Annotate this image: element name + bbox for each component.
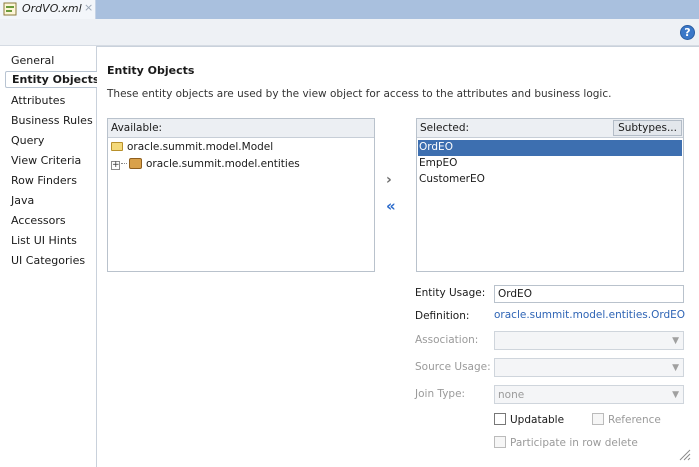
close-icon[interactable]: × bbox=[84, 1, 93, 14]
checkbox-box bbox=[494, 413, 506, 425]
reference-checkbox[interactable]: Reference bbox=[592, 413, 661, 426]
list-item-customereo[interactable]: CustomerEO bbox=[418, 172, 682, 188]
association-select[interactable]: ▼ bbox=[494, 331, 684, 350]
nav-item-entity-objects[interactable]: Entity Objects bbox=[5, 71, 107, 88]
entity-usage-label: Entity Usage: bbox=[415, 287, 486, 299]
updatable-label: Updatable bbox=[510, 414, 565, 426]
source-usage-select[interactable]: ▼ bbox=[494, 358, 684, 377]
participate-row-delete-checkbox[interactable]: Participate in row delete bbox=[494, 436, 638, 449]
tree-node-entities[interactable]: + oracle.summit.model.entities bbox=[111, 158, 300, 170]
nav-item-view-criteria[interactable]: View Criteria bbox=[11, 154, 81, 167]
chevron-down-icon: ▼ bbox=[672, 363, 679, 373]
checkbox-box bbox=[494, 436, 506, 448]
definition-label: Definition: bbox=[415, 310, 470, 322]
nav-item-business-rules[interactable]: Business Rules bbox=[11, 114, 93, 127]
editor-header: ? bbox=[0, 19, 699, 46]
page-description: These entity objects are used by the vie… bbox=[107, 88, 612, 100]
nav-item-java[interactable]: Java bbox=[11, 194, 34, 207]
selected-header-bar: Selected: Subtypes... bbox=[417, 119, 683, 138]
nav-item-list-ui-hints[interactable]: List UI Hints bbox=[11, 234, 77, 247]
list-item-empeo[interactable]: EmpEO bbox=[418, 156, 682, 172]
editor-tab-ordvo[interactable]: OrdVO.xml × bbox=[0, 0, 96, 19]
nav-item-attributes[interactable]: Attributes bbox=[11, 94, 65, 107]
nav-item-row-finders[interactable]: Row Finders bbox=[11, 174, 77, 187]
section-nav: General Entity Objects Attributes Busine… bbox=[0, 46, 107, 467]
join-type-select[interactable]: none ▼ bbox=[494, 385, 684, 404]
help-icon[interactable]: ? bbox=[680, 25, 695, 40]
remove-all-button[interactable]: « bbox=[386, 197, 396, 215]
editor-tab-bar: OrdVO.xml × bbox=[0, 0, 699, 19]
list-item-ordeo[interactable]: OrdEO bbox=[418, 140, 682, 156]
entity-objects-panel: Entity Objects These entity objects are … bbox=[97, 46, 699, 467]
entity-usage-input[interactable]: OrdEO bbox=[494, 285, 684, 303]
definition-value: oracle.summit.model.entities.OrdEO bbox=[494, 309, 686, 321]
tree-node-label: oracle.summit.model.entities bbox=[146, 158, 300, 170]
participate-label: Participate in row delete bbox=[510, 437, 638, 449]
available-header: Available: bbox=[108, 119, 374, 138]
add-selected-button[interactable]: › bbox=[386, 172, 392, 188]
page-title: Entity Objects bbox=[107, 64, 195, 77]
association-label: Association: bbox=[415, 334, 479, 346]
tree-node-model[interactable]: oracle.summit.model.Model bbox=[111, 141, 273, 153]
chevron-down-icon: ▼ bbox=[672, 390, 679, 400]
nav-item-ui-categories[interactable]: UI Categories bbox=[11, 254, 85, 267]
nav-item-accessors[interactable]: Accessors bbox=[11, 214, 66, 227]
selected-header: Selected: bbox=[420, 122, 470, 134]
join-type-label: Join Type: bbox=[415, 388, 466, 400]
tree-node-label: oracle.summit.model.Model bbox=[127, 141, 274, 153]
folder-icon bbox=[111, 142, 123, 151]
reference-label: Reference bbox=[608, 414, 661, 426]
nav-item-query[interactable]: Query bbox=[11, 134, 44, 147]
join-type-value: none bbox=[498, 389, 525, 401]
resize-grip-icon[interactable] bbox=[677, 447, 691, 461]
source-usage-label: Source Usage: bbox=[415, 361, 491, 373]
selected-list[interactable]: Selected: Subtypes... OrdEO EmpEO Custom… bbox=[416, 118, 684, 272]
updatable-checkbox[interactable]: Updatable bbox=[494, 413, 564, 426]
available-list[interactable]: Available: oracle.summit.model.Model + or… bbox=[107, 118, 375, 272]
tree-connector bbox=[121, 163, 127, 164]
checkbox-box bbox=[592, 413, 604, 425]
expand-icon[interactable]: + bbox=[111, 161, 120, 170]
tab-title: OrdVO.xml bbox=[22, 2, 82, 15]
nav-item-general[interactable]: General bbox=[11, 54, 54, 67]
subtypes-button[interactable]: Subtypes... bbox=[613, 120, 682, 136]
chevron-down-icon: ▼ bbox=[672, 336, 679, 346]
package-icon bbox=[129, 158, 142, 169]
xml-file-icon bbox=[3, 2, 17, 16]
